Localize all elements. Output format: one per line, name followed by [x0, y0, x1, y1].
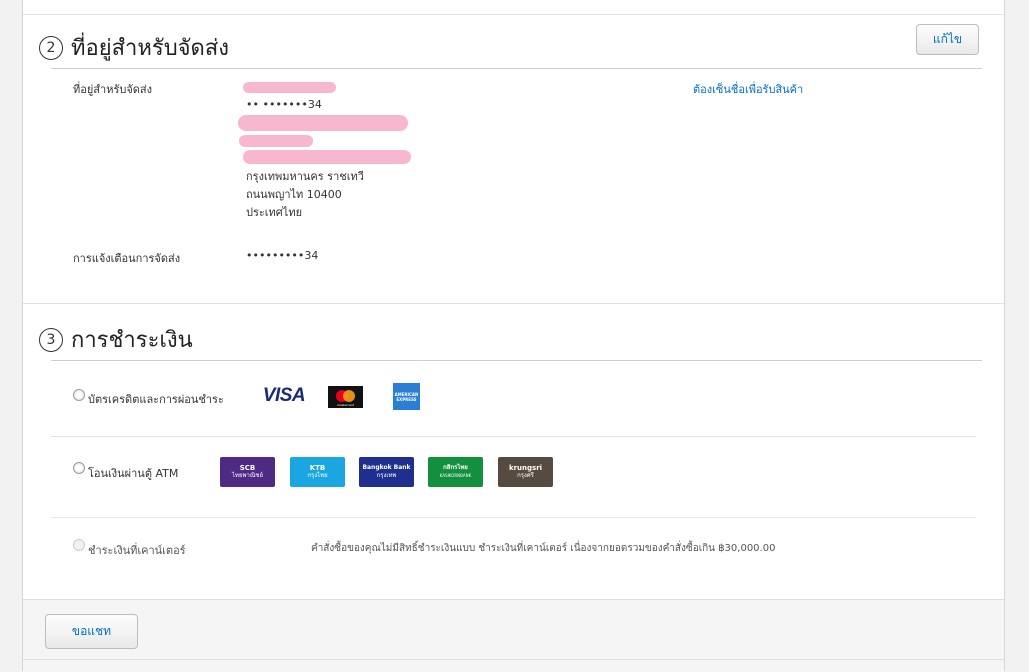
- address-line-country: ประเทศไทย: [246, 206, 303, 219]
- footer-divider: [23, 659, 1004, 660]
- ktb-bank-logo: KTB กรุงไทย: [290, 457, 345, 487]
- payment-header-rule: [51, 360, 982, 361]
- svg-text:mastercard: mastercard: [337, 403, 354, 407]
- payment-option-divider: [51, 517, 976, 518]
- redacted-address-line-1: [238, 115, 408, 131]
- redacted-name: [243, 82, 336, 93]
- chat-request-button[interactable]: ขอแชท: [45, 614, 138, 649]
- payment-section-title: การชำระเงิน: [71, 328, 193, 353]
- section-separator: [23, 303, 1004, 304]
- shipping-header-rule: [51, 68, 982, 69]
- signature-required-link[interactable]: ต้องเซ็นชื่อเพื่อรับสินค้า: [693, 80, 803, 98]
- footer-bar: ขอแชท: [23, 599, 1004, 672]
- kasikorn-bank-logo: กสิกรไทย KASIKORNBANK: [428, 457, 483, 487]
- step-number-badge: 2: [39, 35, 63, 60]
- shipping-address-label: ที่อยู่สำหรับจัดส่ง: [73, 83, 153, 96]
- counter-ineligible-note: คำสั่งซื้อของคุณไม่มีสิทธิ์ชำระเงินแบบ ช…: [311, 543, 776, 554]
- redacted-address-line-3: [243, 150, 411, 164]
- mastercard-logo: mastercard: [328, 386, 363, 408]
- atm-transfer-radio[interactable]: [73, 462, 85, 474]
- bangkok-bank-logo: Bangkok Bank กรุงเทพ: [359, 457, 414, 487]
- payment-section-header: 3 การชำระเงิน: [39, 322, 193, 357]
- top-divider: [23, 14, 1004, 15]
- shipping-section-title: ที่อยู่สำหรับจัดส่ง: [71, 36, 230, 61]
- shipping-phone-masked: •• •••••••34: [246, 98, 322, 111]
- credit-card-radio[interactable]: [73, 389, 85, 401]
- credit-card-option-label[interactable]: บัตรเครดิตและการผ่อนชำระ: [88, 390, 224, 408]
- delivery-notification-value: •••••••••34: [246, 249, 319, 262]
- step-number-badge: 3: [39, 327, 63, 352]
- address-line-city: กรุงเทพมหานคร ราชเทวี: [246, 170, 364, 183]
- delivery-notification-label: การแจ้งเตือนการจัดส่ง: [73, 252, 181, 265]
- payment-option-divider: [51, 436, 976, 437]
- shipping-section-header: 2 ที่อยู่สำหรับจัดส่ง: [39, 30, 229, 65]
- mastercard-icon: mastercard: [336, 390, 355, 407]
- address-line-road: ถนนพญาไท 10400: [246, 188, 342, 201]
- amex-logo: AMERICAN EXPRESS: [393, 383, 420, 410]
- atm-transfer-option-label[interactable]: โอนเงินผ่านตู้ ATM: [88, 464, 178, 482]
- counter-payment-radio[interactable]: [73, 539, 85, 551]
- scb-bank-logo: SCB ไทยพาณิชย์: [220, 457, 275, 487]
- redacted-address-line-2: [239, 135, 313, 147]
- counter-payment-option-label[interactable]: ชำระเงินที่เคาน์เตอร์: [88, 541, 186, 559]
- checkout-panel: 2 ที่อยู่สำหรับจัดส่ง แก้ไข ที่อยู่สำหรั…: [22, 0, 1005, 672]
- edit-shipping-button[interactable]: แก้ไข: [916, 24, 979, 55]
- visa-logo: VISA: [262, 385, 306, 406]
- krungsri-bank-logo: krungsri กรุงศรี: [498, 457, 553, 487]
